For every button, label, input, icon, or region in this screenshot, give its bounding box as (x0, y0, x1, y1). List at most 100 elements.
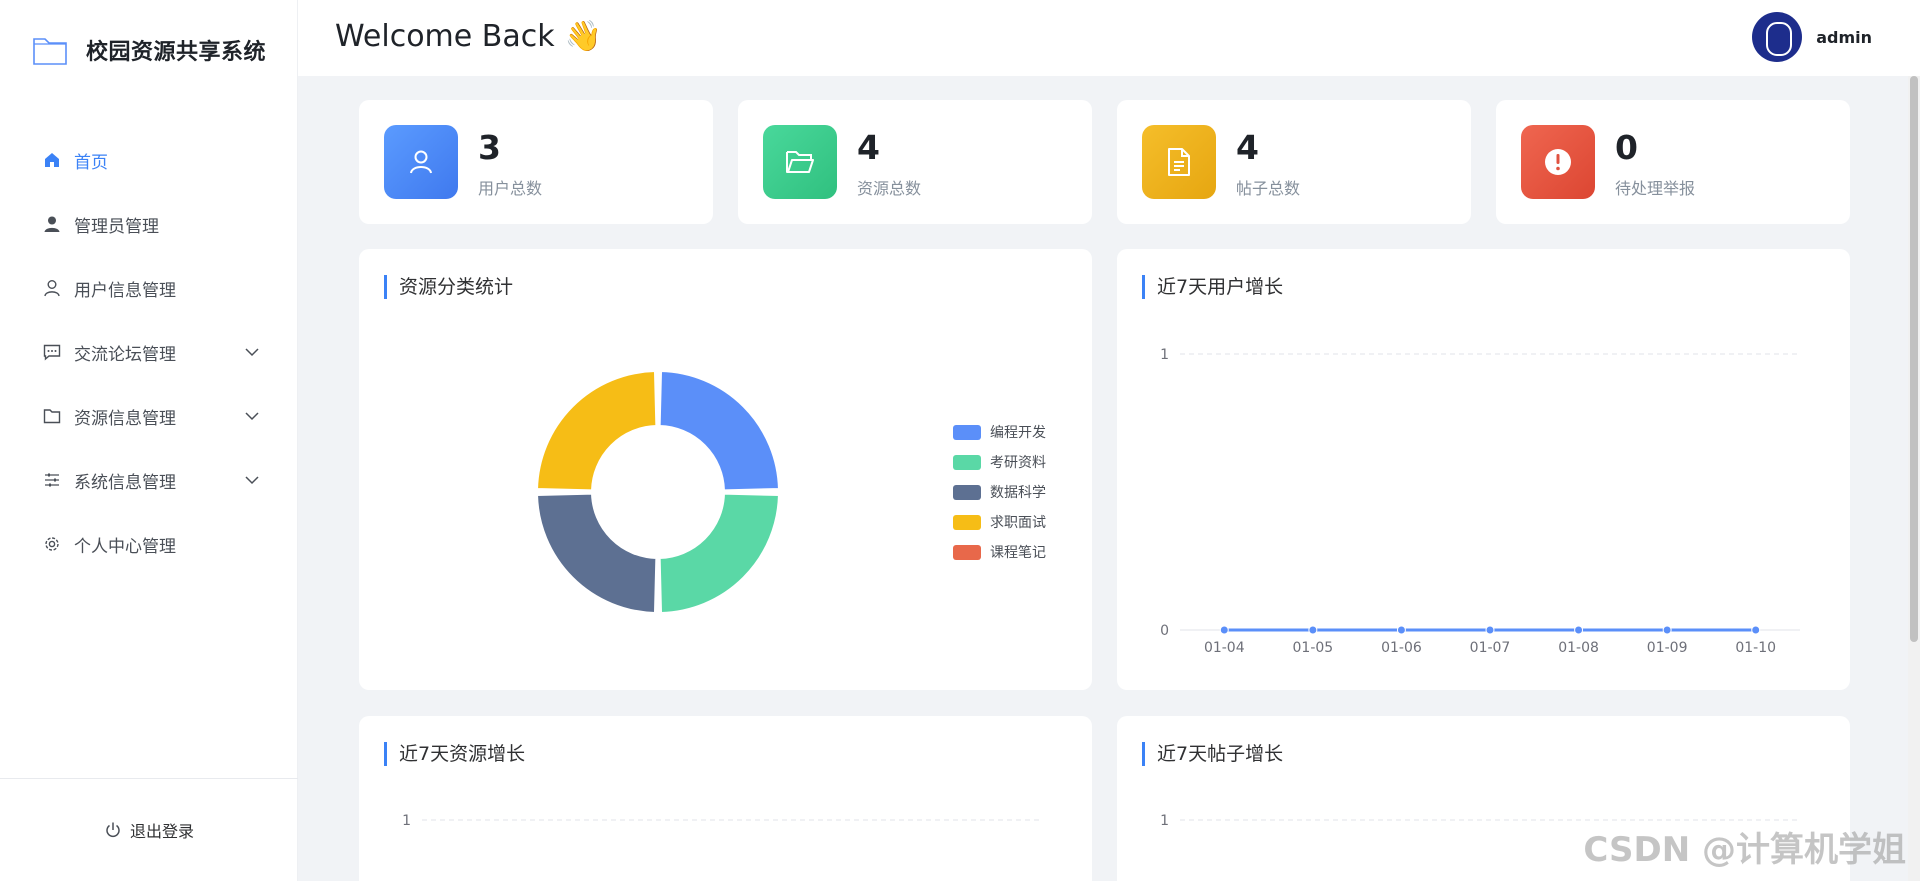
waving-hand-icon: 👋 (564, 19, 602, 54)
folder-icon (42, 406, 62, 426)
legend-item[interactable]: 数据科学 (953, 477, 1046, 507)
user-growth-panel: 近7天用户增长 0 1 01-04 01-05 01-06 01-07 01-08 01-09… (1117, 249, 1850, 690)
donut-slice-编程开发 (658, 370, 780, 492)
x-tick-label: 01-08 (1558, 640, 1599, 656)
data-point (1662, 625, 1672, 635)
legend-label: 编程开发 (990, 425, 1046, 441)
legend-swatch (953, 424, 981, 440)
chevron-down-icon (245, 412, 259, 421)
legend-swatch (953, 484, 981, 500)
chat-icon (42, 342, 62, 362)
x-tick-label: 01-09 (1647, 640, 1688, 656)
sidebar-item-personal-center[interactable]: 个人中心管理 (0, 512, 297, 576)
stat-label: 资源总数 (857, 179, 922, 198)
x-tick-label: 01-04 (1204, 640, 1245, 656)
alert-icon (1521, 125, 1595, 199)
data-point (1396, 625, 1406, 635)
x-tick-label: 01-07 (1470, 640, 1511, 656)
sidebar-item-home[interactable]: 首页 (0, 128, 297, 192)
user-outline-icon (42, 278, 62, 298)
y-tick-label: 1 (402, 813, 411, 829)
sidebar-item-resource-management[interactable]: 资源信息管理 (0, 384, 297, 448)
sidebar-item-label: 首页 (74, 152, 108, 173)
chart-legend: 编程开发考研资料数据科学求职面试课程笔记 (953, 417, 1046, 567)
stat-card-posts: 4 帖子总数 (1117, 100, 1471, 224)
folder-open-icon (763, 125, 837, 199)
scrollbar-thumb[interactable] (1910, 76, 1918, 642)
sidebar-item-label: 用户信息管理 (74, 280, 176, 301)
sidebar-menu: 首页 管理员管理 用户信息管理 交流论坛管理 资源信息管理 系统信息管理 个人中… (0, 128, 297, 576)
resource-growth-line-chart: 1 (402, 813, 1042, 829)
stat-card-users: 3 用户总数 (359, 100, 713, 224)
stat-value: 3 (478, 128, 501, 167)
scrollbar[interactable] (1908, 76, 1920, 881)
legend-label: 数据科学 (990, 485, 1046, 501)
stat-value: 4 (857, 128, 880, 167)
legend-swatch (953, 514, 981, 530)
top-header: Welcome Back 👋 admin (298, 0, 1920, 76)
logout-area: 退出登录 (0, 778, 298, 881)
resource-growth-panel: 近7天资源增长 1 (359, 716, 1092, 881)
sidebar-item-user-info-management[interactable]: 用户信息管理 (0, 256, 297, 320)
x-tick-label: 01-10 (1735, 640, 1776, 656)
folder-logo-icon (33, 38, 67, 65)
x-tick-label: 01-06 (1381, 640, 1422, 656)
data-point (1751, 625, 1761, 635)
stat-value: 0 (1615, 128, 1638, 167)
logout-button[interactable]: 退出登录 (104, 818, 194, 842)
logout-label: 退出登录 (129, 822, 194, 841)
sidebar-item-label: 交流论坛管理 (74, 344, 176, 365)
y-tick-label: 1 (1160, 347, 1169, 363)
donut-slice-求职面试 (536, 370, 658, 492)
legend-item[interactable]: 课程笔记 (953, 537, 1046, 567)
stat-label: 待处理举报 (1615, 179, 1696, 198)
x-tick-label: 01-05 (1293, 640, 1334, 656)
page-title: Welcome Back 👋 (335, 19, 602, 54)
sidebar-item-admin-management[interactable]: 管理员管理 (0, 192, 297, 256)
user-menu[interactable]: admin (1752, 12, 1872, 62)
power-icon (106, 822, 120, 838)
data-point (1219, 625, 1229, 635)
username: admin (1816, 27, 1872, 47)
sliders-icon (42, 470, 62, 490)
sidebar-item-forum-management[interactable]: 交流论坛管理 (0, 320, 297, 384)
stat-card-resources: 4 资源总数 (738, 100, 1092, 224)
gear-icon (42, 534, 62, 554)
donut-slice-考研资料 (658, 492, 780, 614)
stat-card-reports: 0 待处理举报 (1496, 100, 1850, 224)
user-icon (384, 125, 458, 199)
watermark: CSDN @计算机学姐 (1583, 830, 1906, 870)
legend-item[interactable]: 考研资料 (953, 447, 1046, 477)
legend-label: 课程笔记 (990, 545, 1046, 561)
legend-swatch (953, 544, 981, 560)
document-icon (1142, 125, 1216, 199)
stat-label: 用户总数 (478, 179, 543, 198)
donut-slice-数据科学 (536, 492, 658, 614)
legend-swatch (953, 454, 981, 470)
user-solid-icon (42, 214, 62, 234)
sidebar-item-system-management[interactable]: 系统信息管理 (0, 448, 297, 512)
sidebar-item-label: 个人中心管理 (74, 536, 176, 557)
sidebar: 校园资源共享系统 首页 管理员管理 用户信息管理 交流论坛管理 资源信息管理 系… (0, 0, 298, 881)
avatar[interactable] (1752, 12, 1803, 62)
data-point (1574, 625, 1584, 635)
legend-label: 求职面试 (990, 515, 1046, 531)
legend-label: 考研资料 (990, 455, 1046, 471)
chevron-down-icon (245, 476, 259, 485)
legend-item[interactable]: 编程开发 (953, 417, 1046, 447)
legend-item[interactable]: 求职面试 (953, 507, 1046, 537)
data-point (1485, 625, 1495, 635)
category-chart-panel: 资源分类统计 编程开发 考研资料 数据科学 求职面试 课程笔记 (359, 249, 1092, 690)
stat-label: 帖子总数 (1236, 179, 1301, 198)
stat-value: 4 (1236, 128, 1259, 167)
sidebar-item-label: 系统信息管理 (74, 472, 176, 493)
y-tick-label: 1 (1160, 813, 1169, 829)
y-tick-label: 0 (1160, 623, 1169, 639)
sidebar-item-label: 管理员管理 (74, 216, 159, 237)
user-growth-line-chart: 0 1 01-04 01-05 01-06 01-07 01-08 01-09 01-10 (1160, 347, 1800, 656)
home-icon (42, 150, 62, 170)
chevron-down-icon (245, 348, 259, 357)
data-point (1308, 625, 1318, 635)
app-title: 校园资源共享系统 (86, 40, 267, 65)
brand: 校园资源共享系统 (0, 0, 297, 100)
